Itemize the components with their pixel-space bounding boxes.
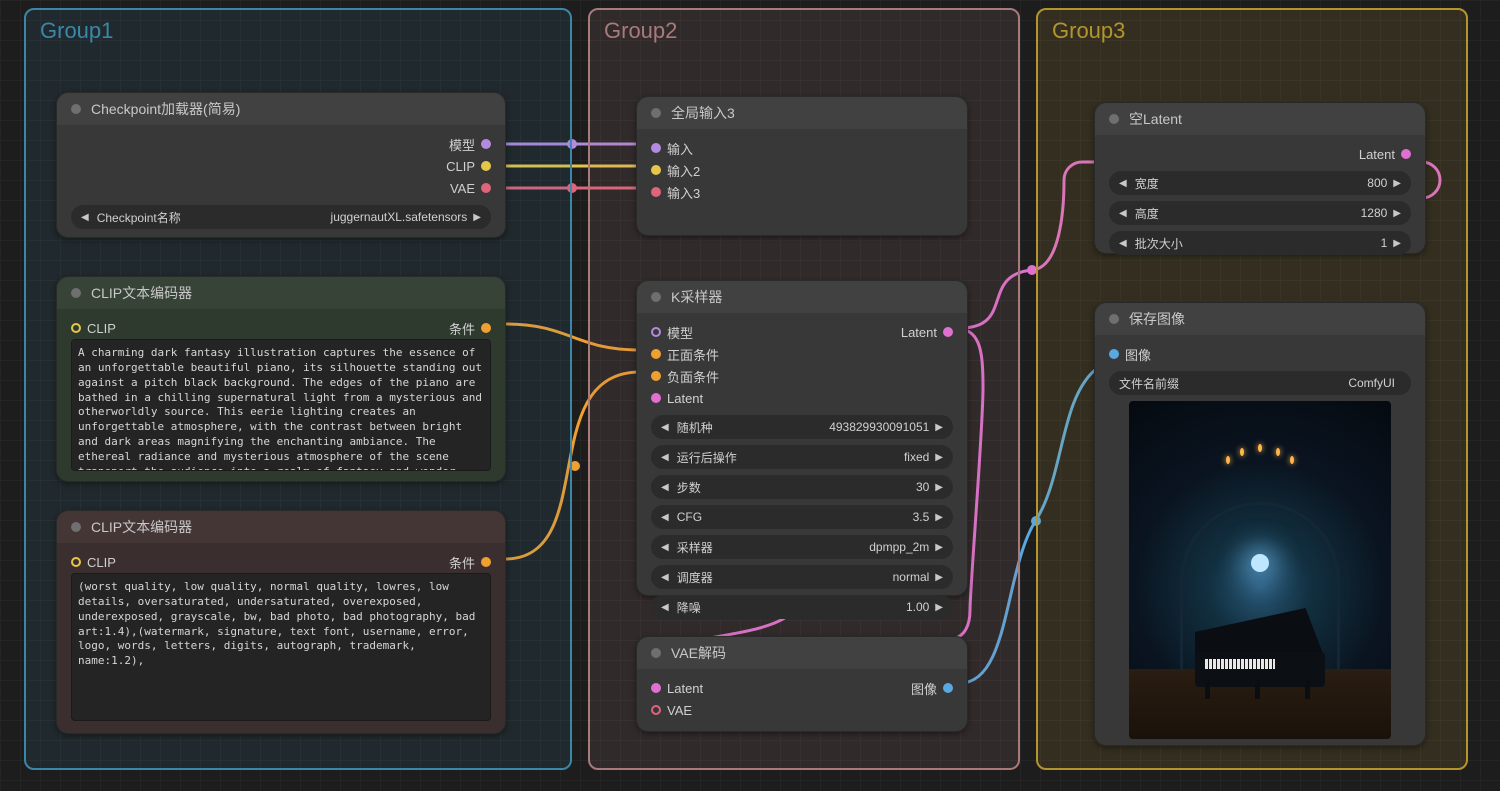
port-in1[interactable] [651,143,661,153]
port-pos-in[interactable] [651,349,661,359]
port-model[interactable] [481,139,491,149]
collapse-icon[interactable] [1109,314,1119,324]
negative-prompt-textarea[interactable] [71,573,491,721]
node-canvas[interactable]: Group1 Group2 Group3 Checkpoint加载器(简易) 模… [0,0,1500,791]
denoise-field[interactable]: ◀降噪1.00▶ [651,595,953,619]
node-global-inputs[interactable]: 全局输入3 输入 输入2 输入3 [636,96,968,236]
port-vae[interactable] [481,183,491,193]
output-image-preview[interactable] [1129,401,1391,739]
collapse-icon[interactable] [651,292,661,302]
port-clip-in[interactable] [71,323,81,333]
node-clip-negative[interactable]: CLIP文本编码器 CLIP 条件 [56,510,506,734]
node-title: 全局输入3 [671,103,735,123]
port-in3[interactable] [651,187,661,197]
out-clip-label: CLIP [446,159,475,174]
port-latent-in[interactable] [651,393,661,403]
after-field[interactable]: ◀运行后操作fixed▶ [651,445,953,469]
scheduler-field[interactable]: ◀调度器normal▶ [651,565,953,589]
group1-title: Group1 [26,10,570,52]
node-title: 保存图像 [1129,309,1185,329]
collapse-icon[interactable] [71,104,81,114]
port-image-out[interactable] [943,683,953,693]
node-ksampler[interactable]: K采样器 模型 Latent 正面条件 负面条件 Latent ◀随机种4938… [636,280,968,596]
port-in2[interactable] [651,165,661,175]
group3-title: Group3 [1038,10,1466,52]
node-checkpoint-loader[interactable]: Checkpoint加载器(简易) 模型 CLIP VAE ◀ Checkpoi… [56,92,506,238]
node-save-image[interactable]: 保存图像 图像 文件名前缀 ComfyUI [1094,302,1426,746]
port-cond-out[interactable] [481,557,491,567]
port-clip[interactable] [481,161,491,171]
steps-field[interactable]: ◀步数30▶ [651,475,953,499]
out-model-label: 模型 [449,135,475,154]
filename-prefix-field[interactable]: 文件名前缀 ComfyUI [1109,371,1411,395]
node-title: K采样器 [671,287,722,307]
port-cond-out[interactable] [481,323,491,333]
port-latent-out[interactable] [943,327,953,337]
port-latent-out[interactable] [1401,149,1411,159]
batch-field[interactable]: ◀批次大小1▶ [1109,231,1411,255]
collapse-icon[interactable] [1109,114,1119,124]
out-vae-label: VAE [450,181,475,196]
node-title: 空Latent [1129,109,1182,129]
chevron-left-icon[interactable]: ◀ [81,212,89,223]
sampler-field[interactable]: ◀采样器dpmpp_2m▶ [651,535,953,559]
collapse-icon[interactable] [651,648,661,658]
node-title: Checkpoint加载器(简易) [91,99,240,119]
node-title: CLIP文本编码器 [91,517,192,537]
port-image-in[interactable] [1109,349,1119,359]
port-model-in[interactable] [651,327,661,337]
node-vae-decode[interactable]: VAE解码 Latent 图像 VAE [636,636,968,732]
seed-field[interactable]: ◀随机种493829930091051▶ [651,415,953,439]
height-field[interactable]: ◀高度1280▶ [1109,201,1411,225]
positive-prompt-textarea[interactable] [71,339,491,471]
node-title: VAE解码 [671,643,726,663]
port-vae-in[interactable] [651,705,661,715]
width-field[interactable]: ◀宽度800▶ [1109,171,1411,195]
chevron-right-icon[interactable]: ▶ [473,212,481,223]
node-title: CLIP文本编码器 [91,283,192,303]
group2-title: Group2 [590,10,1018,52]
collapse-icon[interactable] [71,288,81,298]
port-latent-in[interactable] [651,683,661,693]
cfg-field[interactable]: ◀CFG3.5▶ [651,505,953,529]
collapse-icon[interactable] [651,108,661,118]
collapse-icon[interactable] [71,522,81,532]
checkpoint-name-field[interactable]: ◀ Checkpoint名称 juggernautXL.safetensors … [71,205,491,229]
node-empty-latent[interactable]: 空Latent Latent ◀宽度800▶ ◀高度1280▶ ◀批次大小1▶ [1094,102,1426,254]
port-neg-in[interactable] [651,371,661,381]
port-clip-in[interactable] [71,557,81,567]
node-clip-positive[interactable]: CLIP文本编码器 CLIP 条件 [56,276,506,482]
